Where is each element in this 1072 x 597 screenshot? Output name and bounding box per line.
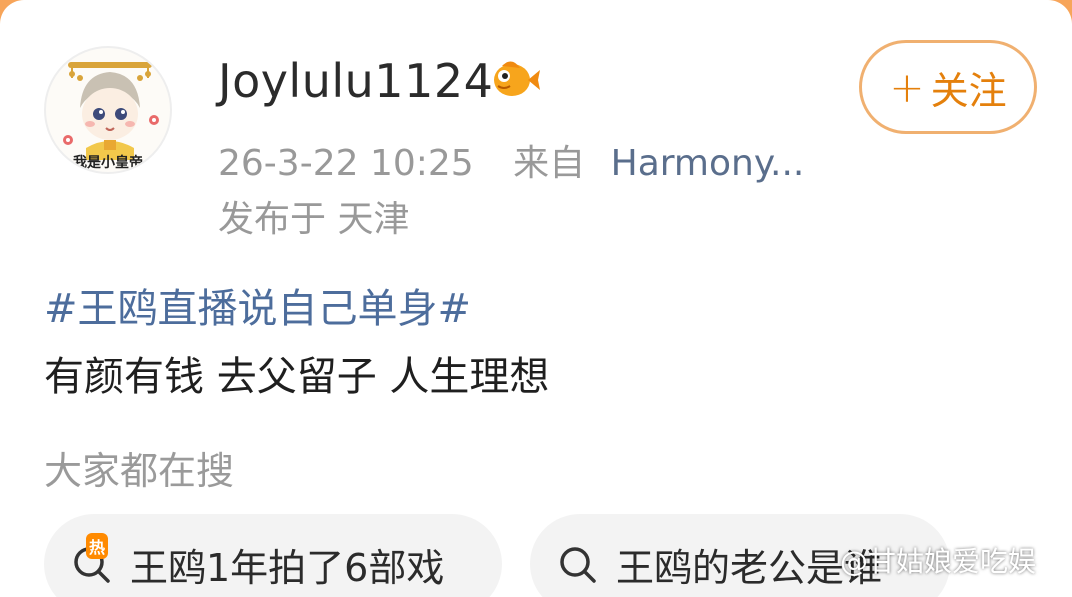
post-location: 发布于 天津 [218, 199, 410, 240]
source-from-label: 来自 [513, 143, 586, 184]
hashtag-link[interactable]: #王鸥直播说自己单身# [44, 276, 471, 334]
search-chip-label: 王鸥1年拍了6部戏 [130, 545, 445, 590]
post-source-link[interactable]: Harmony... [611, 143, 805, 184]
hot-tag: 热 [86, 533, 109, 559]
post-card: 我是小皇帝 Joylulu1124 + 关注 26-3-22 10:25 来自 … [0, 0, 1072, 597]
search-chip[interactable]: 热 王鸥1年拍了6部戏 [44, 514, 502, 597]
search-section-header: 大家都在搜 [44, 449, 235, 493]
post-meta: 26-3-22 10:25 来自 Harmony... [218, 134, 804, 186]
avatar-caption: 我是小皇帝 [73, 155, 143, 171]
post-timestamp: 26-3-22 10:25 [218, 143, 474, 184]
follow-button[interactable]: + 关注 [859, 40, 1037, 134]
fish-badge-icon [494, 61, 540, 96]
post-body: 有颜有钱 去父留子 人生理想 [44, 354, 550, 400]
search-icon [556, 541, 602, 587]
search-icon: 热 [70, 533, 116, 587]
username[interactable]: Joylulu1124 [218, 54, 493, 108]
plus-icon: + [889, 62, 925, 112]
watermark: @甘姑娘爱吃娱 [840, 545, 1037, 578]
follow-label: 关注 [930, 68, 1007, 113]
avatar[interactable]: 我是小皇帝 [44, 46, 172, 174]
